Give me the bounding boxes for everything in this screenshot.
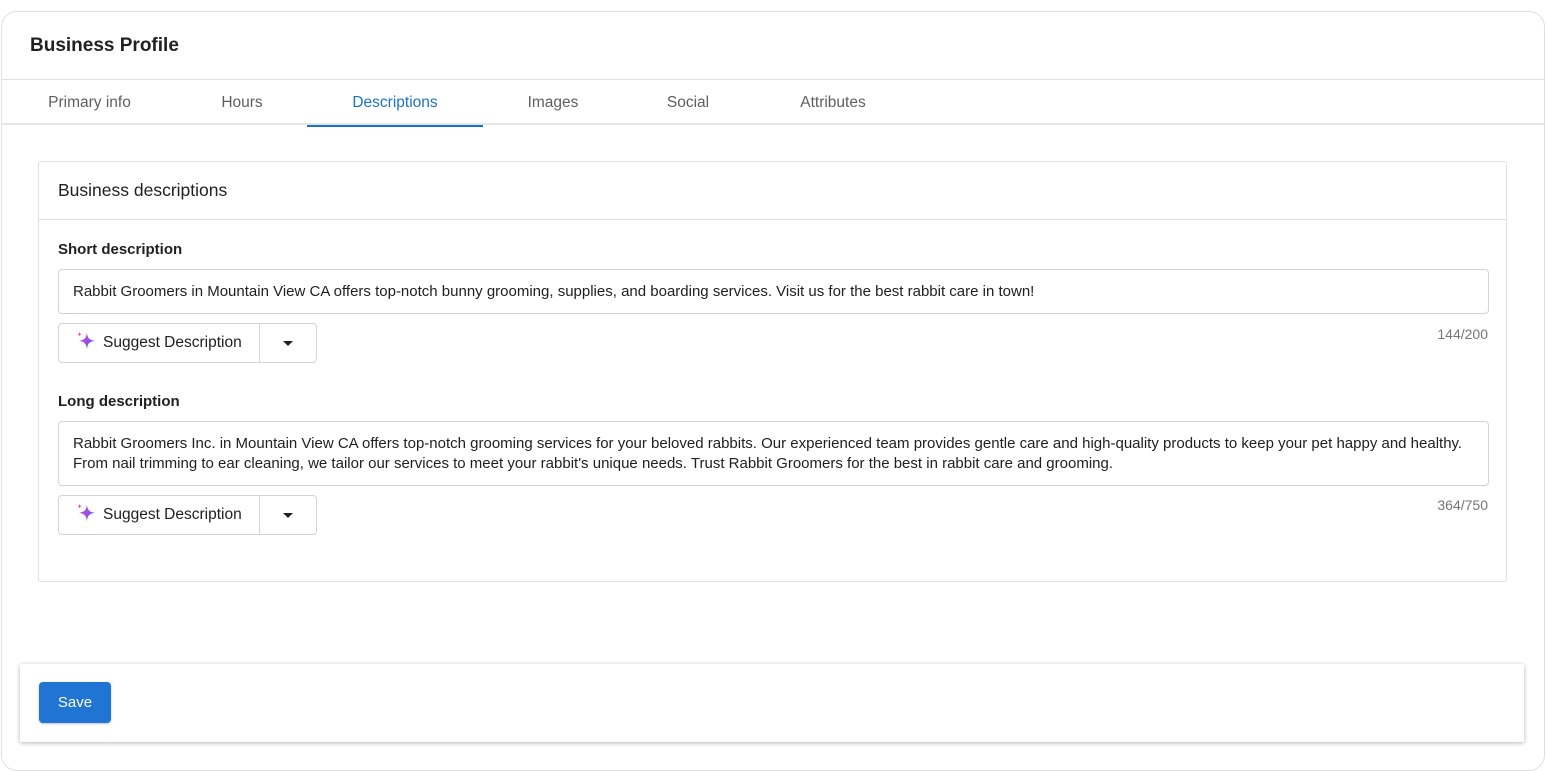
card-title: Business descriptions	[39, 162, 1506, 220]
tab-descriptions[interactable]: Descriptions	[307, 80, 483, 127]
tab-social[interactable]: Social	[623, 80, 753, 125]
sparkle-icon	[75, 502, 97, 529]
tab-bar: Primary info Hours Descriptions Images S…	[2, 80, 1544, 127]
action-footer: Save	[20, 664, 1524, 742]
page-header: Business Profile	[2, 12, 1544, 80]
caret-down-icon	[283, 512, 293, 518]
business-profile-panel: Business Profile Primary info Hours Desc…	[1, 11, 1545, 771]
sparkle-icon	[75, 330, 97, 357]
short-description-counter: 144/200	[1437, 326, 1488, 342]
long-suggest-split-button: Suggest Description	[58, 495, 317, 535]
long-description-label: Long description	[58, 393, 180, 410]
short-description-label: Short description	[58, 241, 183, 258]
long-suggest-dropdown-button[interactable]	[260, 496, 316, 534]
short-suggest-description-button[interactable]: Suggest Description	[59, 324, 260, 362]
page-title: Business Profile	[30, 34, 179, 56]
tab-images[interactable]: Images	[483, 80, 623, 125]
long-description-counter: 364/750	[1437, 497, 1488, 513]
short-suggest-label: Suggest Description	[103, 334, 242, 351]
save-button[interactable]: Save	[39, 682, 111, 723]
tab-hours[interactable]: Hours	[177, 80, 307, 125]
caret-down-icon	[283, 340, 293, 346]
short-suggest-split-button: Suggest Description	[58, 323, 317, 363]
long-suggest-label: Suggest Description	[103, 506, 242, 523]
tab-attributes[interactable]: Attributes	[753, 80, 913, 125]
tab-primary-info[interactable]: Primary info	[2, 80, 177, 125]
business-descriptions-card: Business descriptions Short description …	[38, 161, 1507, 582]
long-description-input[interactable]: Rabbit Groomers Inc. in Mountain View CA…	[58, 421, 1489, 486]
short-description-input[interactable]: Rabbit Groomers in Mountain View CA offe…	[58, 269, 1489, 314]
short-suggest-dropdown-button[interactable]	[260, 324, 316, 362]
long-suggest-description-button[interactable]: Suggest Description	[59, 496, 260, 534]
